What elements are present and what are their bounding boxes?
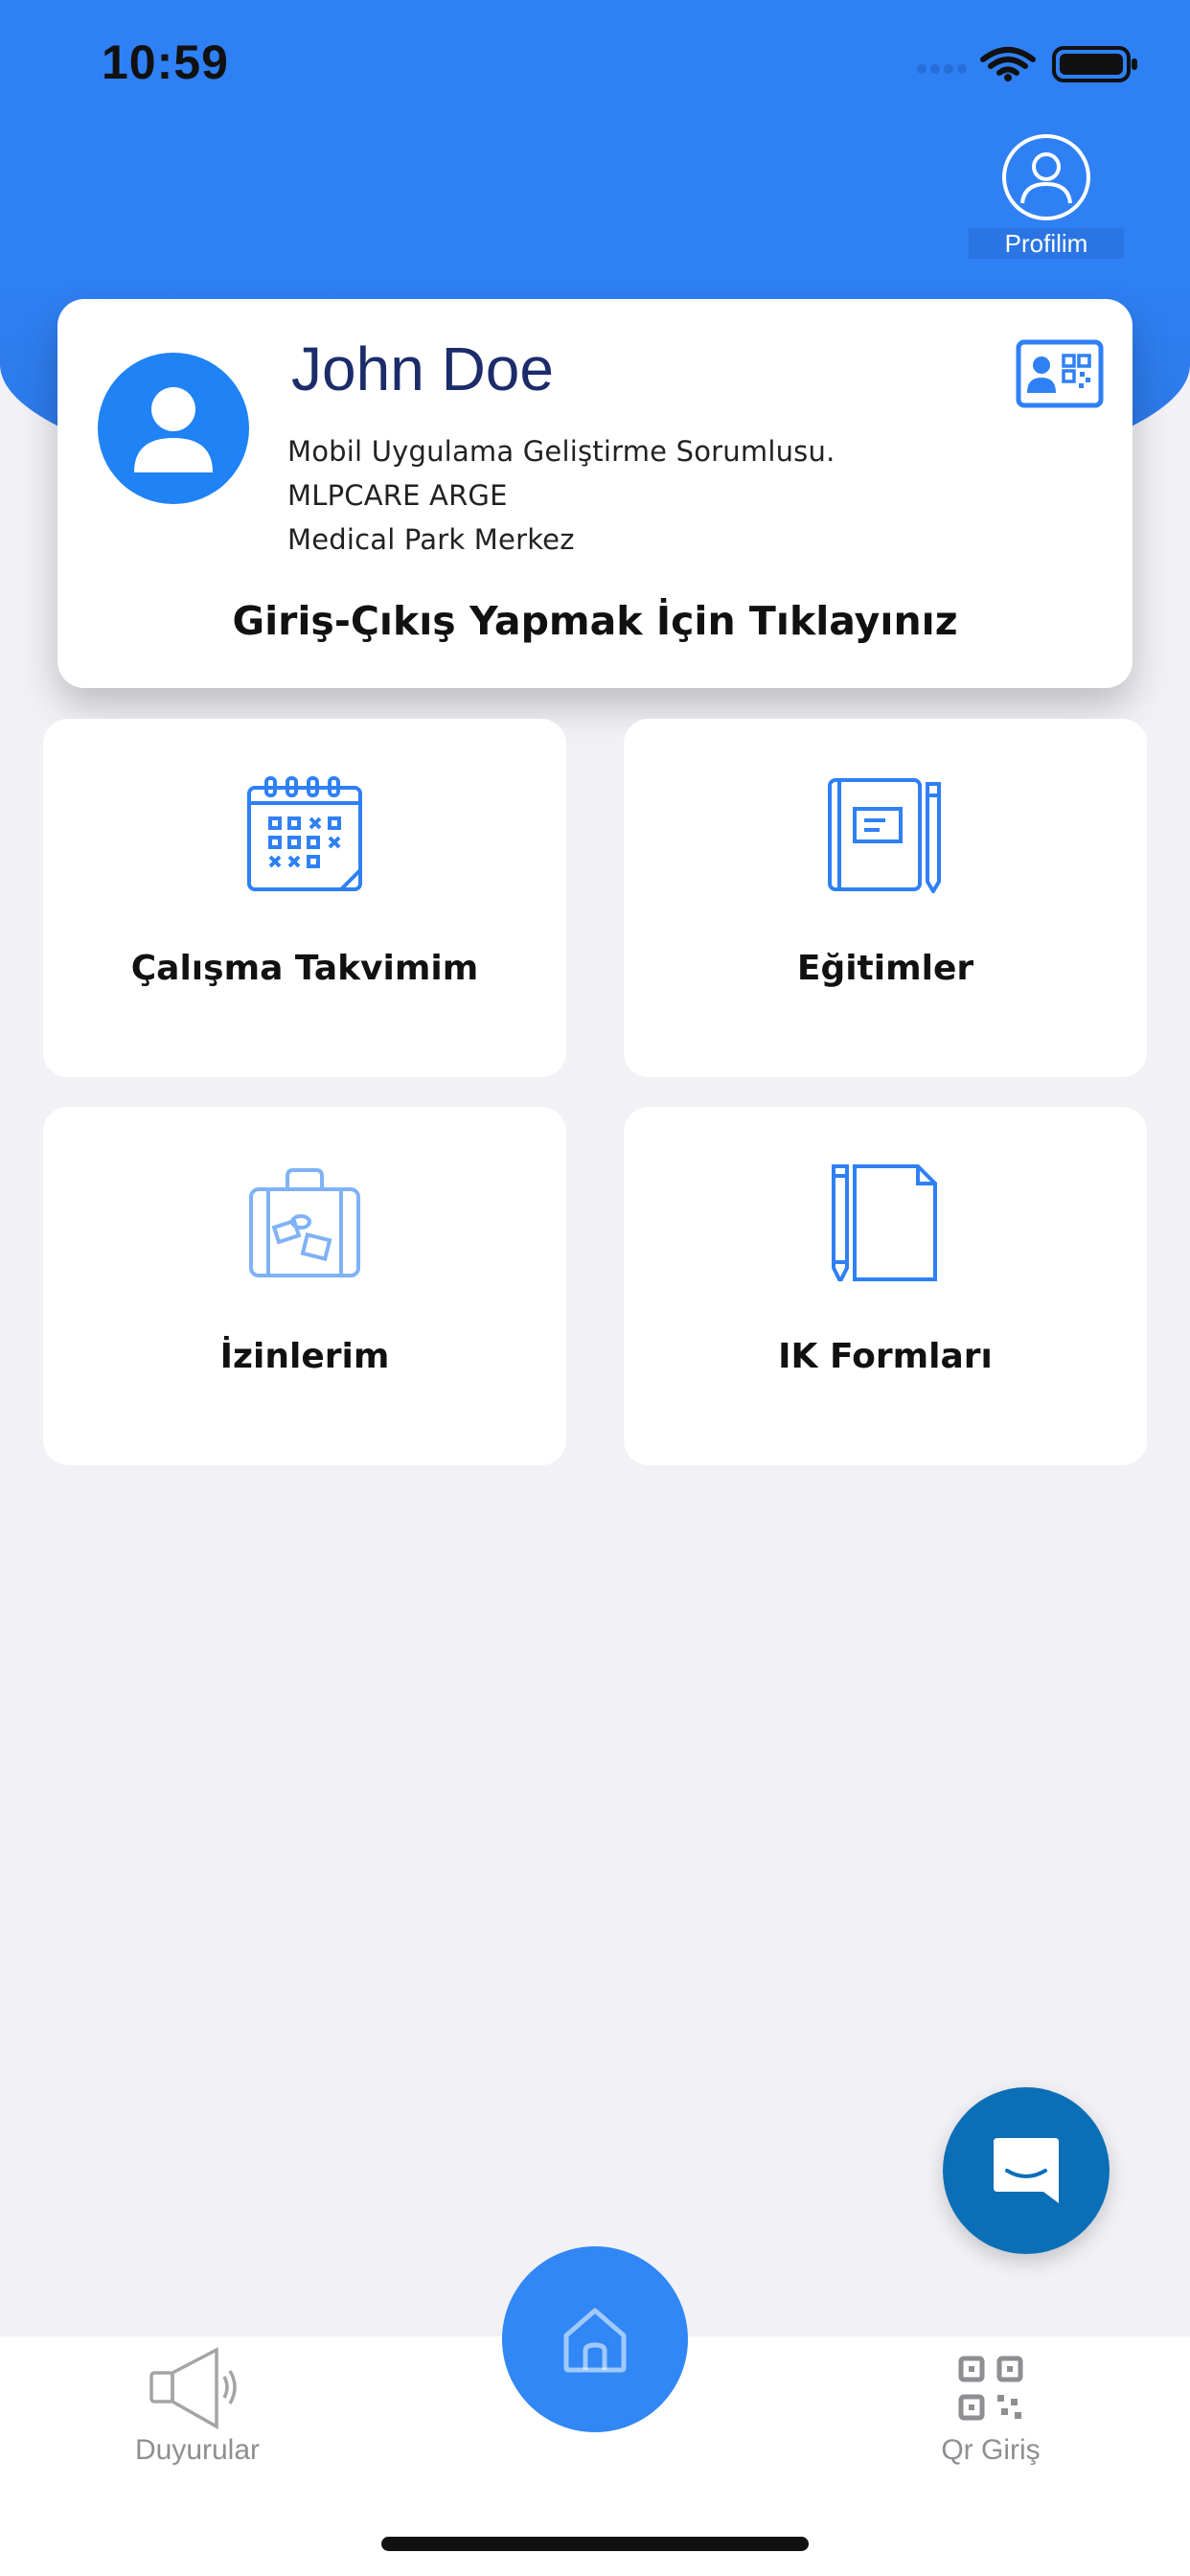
battery-icon <box>1052 46 1137 82</box>
calendar-icon <box>43 774 566 899</box>
menu-tile-trainings[interactable]: Eğitimler <box>624 719 1147 1077</box>
menu-tile-label: Çalışma Takvimim <box>130 949 479 988</box>
profile-label: Profilim <box>968 228 1125 259</box>
notebook-pencil-icon <box>624 774 1147 899</box>
employee-card[interactable]: John Doe Mobil Uygulama Geliştirme Sorum… <box>57 299 1133 688</box>
document-pencil-icon <box>624 1162 1147 1287</box>
qr-code-icon <box>957 2344 1024 2432</box>
megaphone-icon <box>148 2344 247 2432</box>
employee-title: Mobil Uygulama Geliştirme Sorumlusu. <box>287 435 835 468</box>
tab-label: Qr Giriş <box>941 2434 1041 2466</box>
chat-button[interactable] <box>943 2087 1110 2254</box>
avatar <box>98 353 249 504</box>
signal-icon <box>917 64 967 74</box>
employee-location: Medical Park Merkez <box>287 523 575 556</box>
menu-tile-hr-forms[interactable]: IK Formları <box>624 1107 1147 1465</box>
user-icon <box>134 387 213 472</box>
check-in-out-cta[interactable]: Giriş-Çıkış Yapmak İçin Tıklayınız <box>57 598 1133 644</box>
home-button[interactable] <box>502 2246 688 2432</box>
menu-tile-leaves[interactable]: İzinlerim <box>43 1107 566 1465</box>
wifi-icon <box>980 47 1036 76</box>
employee-department: MLPCARE ARGE <box>287 479 508 512</box>
home-indicator <box>381 2537 809 2551</box>
status-time: 10:59 <box>102 35 229 89</box>
tab-announcements[interactable]: Duyurular <box>92 2344 303 2478</box>
employee-name: John Doe <box>291 334 554 403</box>
menu-tile-work-calendar[interactable]: Çalışma Takvimim <box>43 719 566 1077</box>
menu-tile-label: IK Formları <box>778 1337 993 1376</box>
status-icons <box>912 44 1142 82</box>
menu-tile-label: İzinlerim <box>219 1337 390 1376</box>
tab-qr-login[interactable]: Qr Giriş <box>885 2344 1096 2478</box>
menu-tile-label: Eğitimler <box>796 949 974 988</box>
home-icon <box>563 2308 627 2373</box>
suitcase-icon <box>43 1162 566 1287</box>
profile-button[interactable]: Profilim <box>961 134 1132 259</box>
id-card-icon <box>1016 339 1104 408</box>
chat-icon <box>994 2138 1059 2203</box>
tab-label: Duyurular <box>134 2434 261 2466</box>
profile-icon <box>1002 134 1090 220</box>
id-card-qr-button[interactable] <box>1016 339 1104 408</box>
